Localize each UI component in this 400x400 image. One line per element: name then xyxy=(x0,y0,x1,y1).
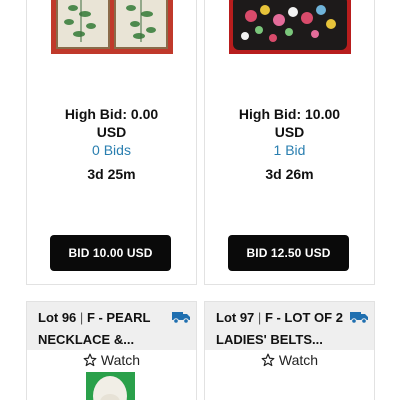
lot-separator: | xyxy=(257,310,262,325)
bid-count-link[interactable]: 0 Bids xyxy=(27,141,196,159)
time-left: 3d 26m xyxy=(265,166,314,182)
bid-button[interactable]: BID 12.50 USD xyxy=(228,235,349,271)
watch-button[interactable]: Watch xyxy=(27,352,196,368)
currency-label: USD xyxy=(96,124,127,140)
lot-header[interactable]: Lot 97 | F - LOT OF 2 LADIES' BELTS... xyxy=(205,302,374,350)
lot-image[interactable] xyxy=(86,372,135,400)
lot-number: Lot 96 xyxy=(38,310,77,325)
truck-icon xyxy=(350,312,368,324)
bid-count-link[interactable]: 1 Bid xyxy=(205,141,374,159)
high-bid-label: High Bid: 10.00 xyxy=(238,106,341,122)
high-bid-label: High Bid: 0.00 xyxy=(64,106,159,122)
lot-title[interactable]: Lot 96 | F - PEARL NECKLACE &... xyxy=(38,307,173,351)
watch-label: Watch xyxy=(278,352,319,368)
bid-button[interactable]: BID 10.00 USD xyxy=(50,235,171,271)
lot-title[interactable]: Lot 97 | F - LOT OF 2 LADIES' BELTS... xyxy=(216,307,351,351)
lot-card[interactable]: High Bid: 10.00 USD 1 Bid 3d 26m BID 12.… xyxy=(204,0,375,285)
lot-image[interactable] xyxy=(51,0,173,54)
star-icon xyxy=(83,353,97,367)
lot-image[interactable] xyxy=(229,0,351,54)
watch-button[interactable]: Watch xyxy=(205,352,374,368)
currency-label: USD xyxy=(274,124,305,140)
watch-label: Watch xyxy=(100,352,141,368)
time-left: 3d 25m xyxy=(87,166,136,182)
star-icon xyxy=(261,353,275,367)
lot-card[interactable]: Lot 97 | F - LOT OF 2 LADIES' BELTS... W… xyxy=(204,301,375,400)
lot-header[interactable]: Lot 96 | F - PEARL NECKLACE &... xyxy=(27,302,196,350)
lot-card[interactable]: Lot 96 | F - PEARL NECKLACE &... Watch xyxy=(26,301,197,400)
lot-separator: | xyxy=(79,310,84,325)
lot-card[interactable]: High Bid: 0.00 USD 0 Bids 3d 25m BID 10.… xyxy=(26,0,197,285)
truck-icon xyxy=(172,312,190,324)
lot-number: Lot 97 xyxy=(216,310,255,325)
